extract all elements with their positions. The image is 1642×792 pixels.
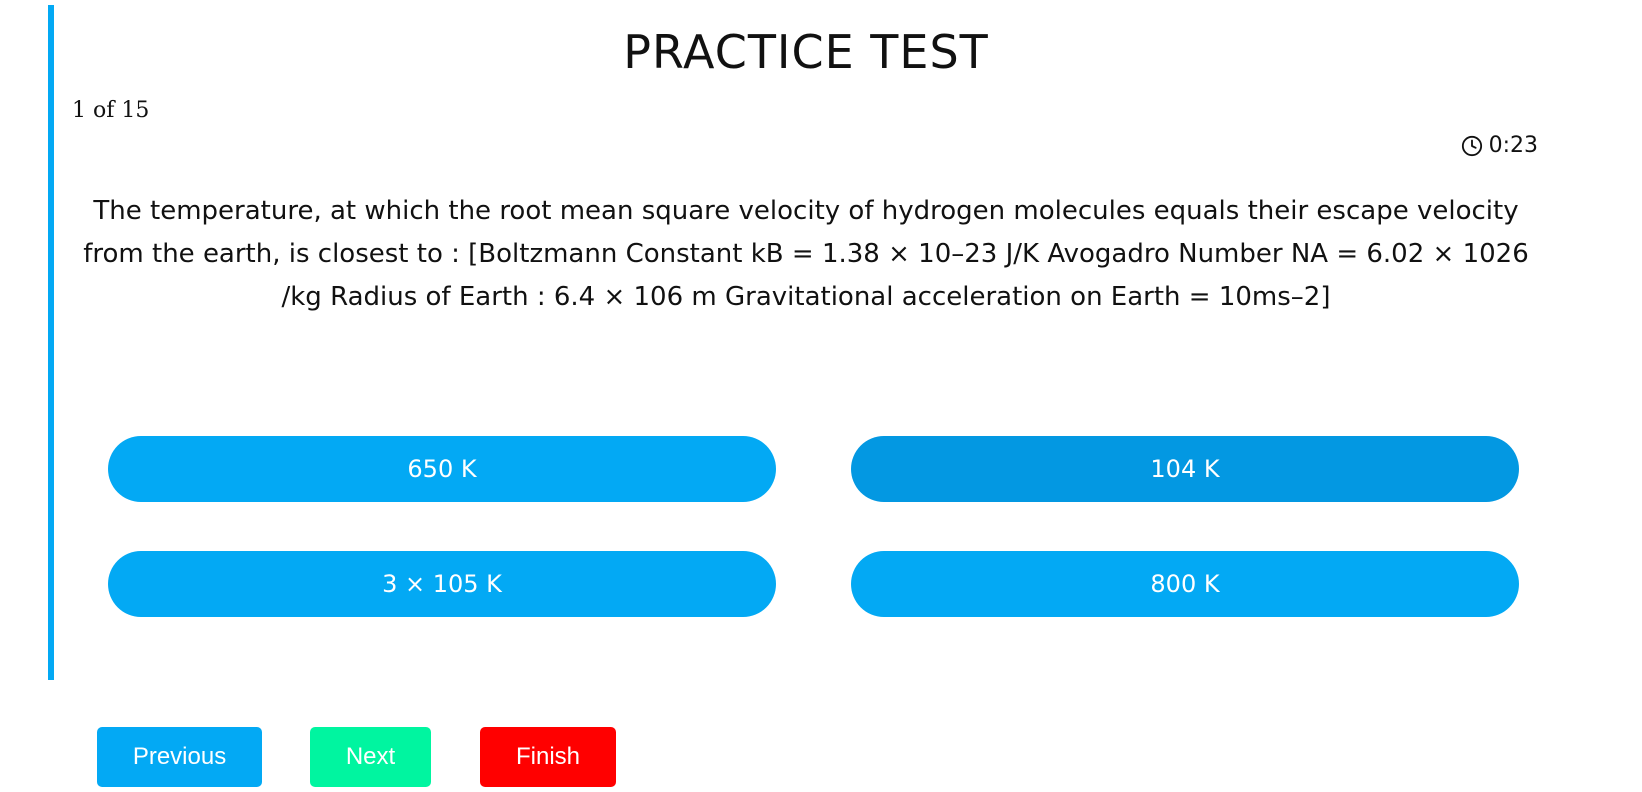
- page-title: PRACTICE TEST: [623, 25, 989, 79]
- option-button-3[interactable]: 3 × 105 K: [108, 551, 776, 617]
- option-button-4[interactable]: 800 K: [851, 551, 1519, 617]
- previous-button[interactable]: Previous: [97, 727, 262, 787]
- next-button[interactable]: Next: [310, 727, 431, 787]
- quiz-card: PRACTICE TEST 1 of 15 0:23 The temperatu…: [48, 5, 1558, 680]
- clock-icon: [1461, 135, 1483, 157]
- option-button-1[interactable]: 650 K: [108, 436, 776, 502]
- question-text: The temperature, at which the root mean …: [83, 196, 1529, 312]
- finish-button[interactable]: Finish: [480, 727, 616, 787]
- question-counter: 1 of 15: [72, 98, 150, 123]
- option-button-2[interactable]: 104 K: [851, 436, 1519, 502]
- timer-value: 0:23: [1488, 133, 1538, 158]
- timer: 0:23: [1461, 133, 1538, 158]
